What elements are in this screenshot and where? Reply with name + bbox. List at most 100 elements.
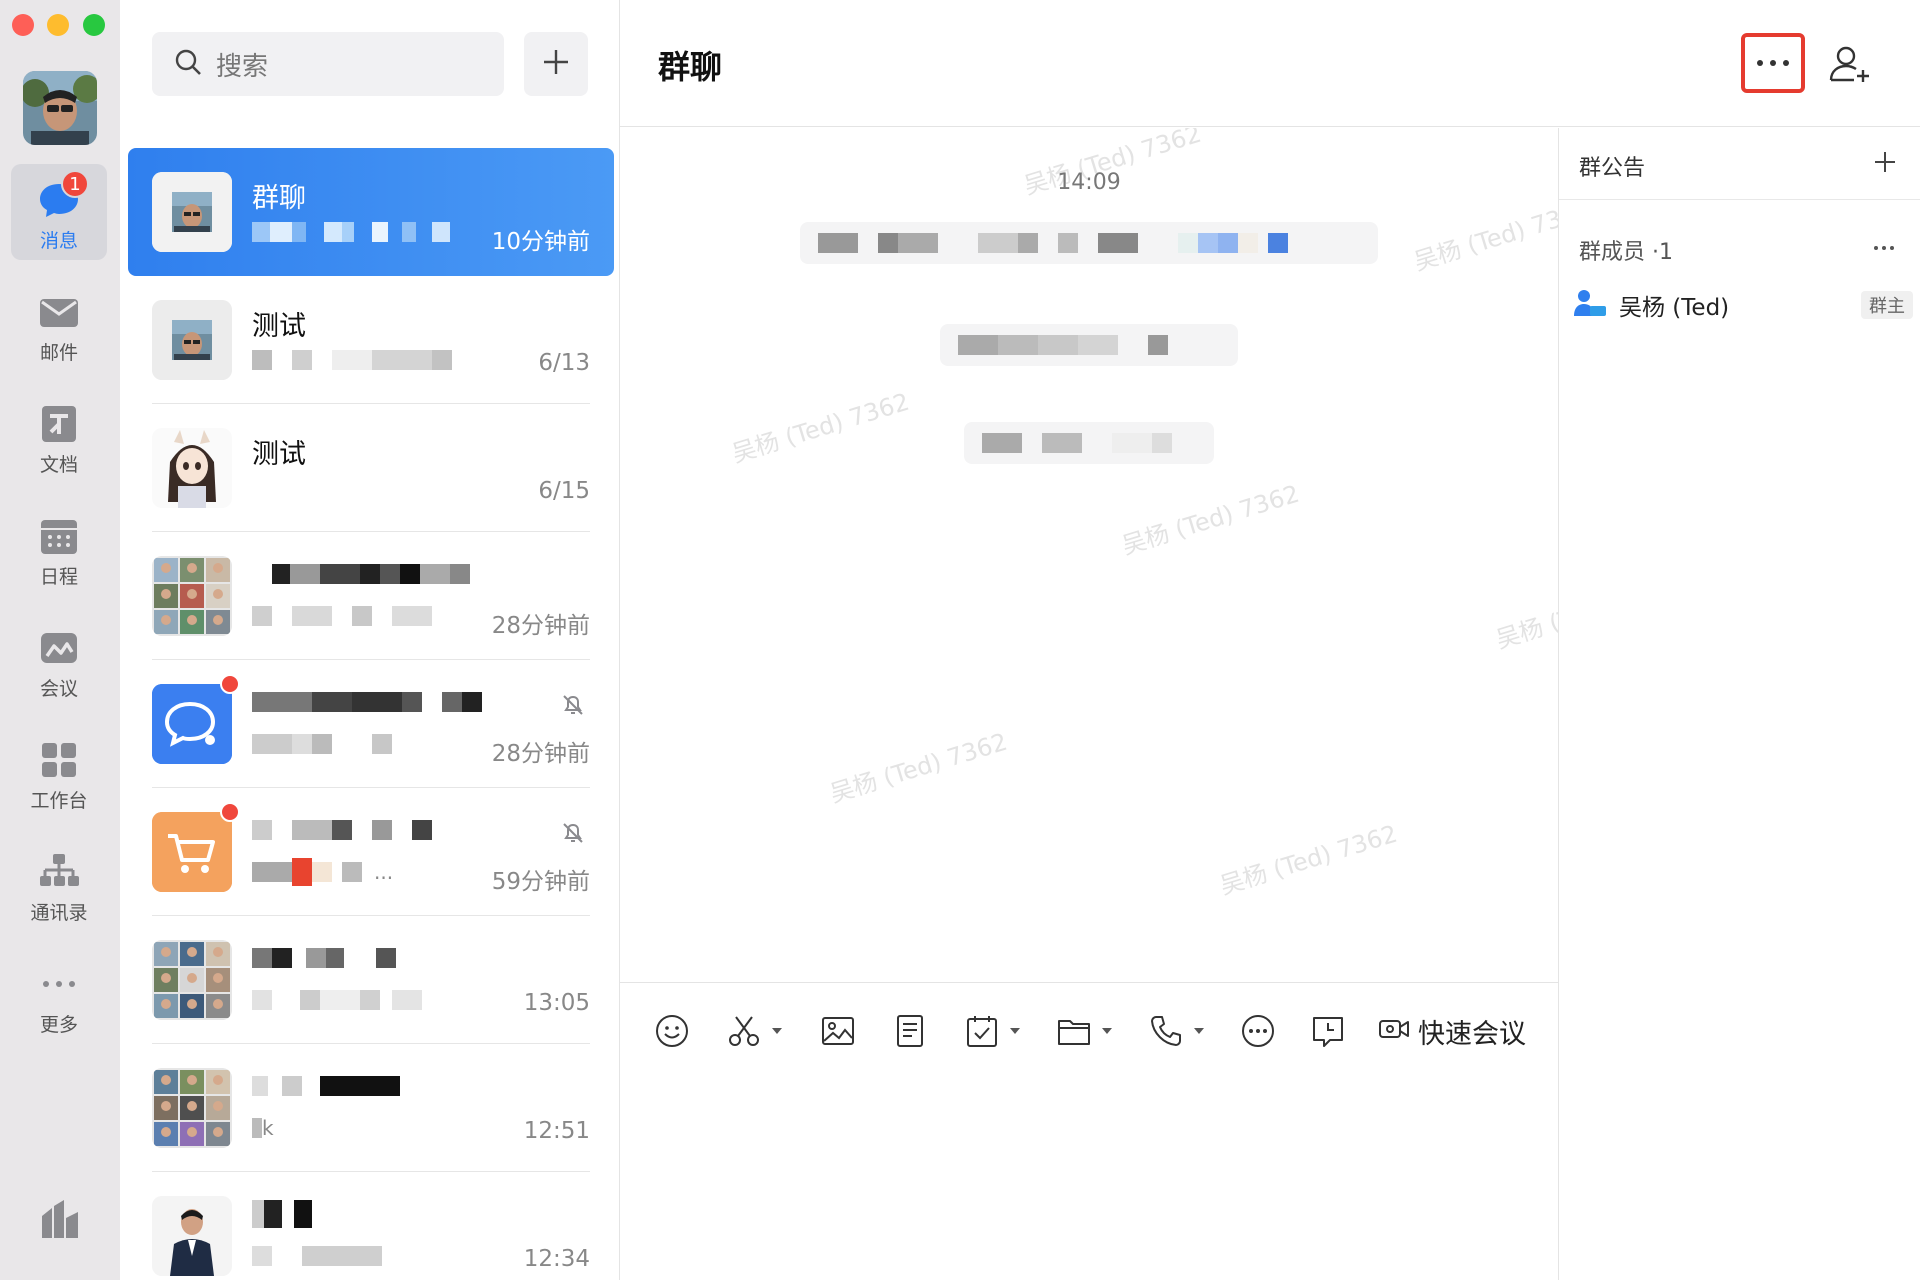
quick-meeting-button[interactable]: 快速会议 bbox=[1378, 1009, 1526, 1053]
nav-messages[interactable]: 1 消息 bbox=[11, 164, 107, 260]
group-avatar bbox=[152, 940, 232, 1020]
conversation-list: 群聊 10分钟前 测试 6/13 测试 6/15 28分钟前 28分钟前 ...… bbox=[128, 148, 614, 1280]
chevron-down-icon[interactable] bbox=[772, 1028, 782, 1034]
conversation-item[interactable]: 28分钟前 bbox=[128, 660, 614, 788]
message-preview: ... bbox=[252, 858, 393, 886]
conversation-item[interactable]: 13:05 bbox=[128, 916, 614, 1044]
message-preview bbox=[252, 986, 422, 1014]
member-item[interactable]: 吴杨 (Ted) 群主 bbox=[1573, 283, 1913, 327]
bot-avatar bbox=[152, 684, 232, 764]
owner-badge: 群主 bbox=[1861, 291, 1913, 319]
group-members-label: 群成员 ·1 bbox=[1579, 240, 1674, 265]
add-member-button[interactable] bbox=[1828, 44, 1872, 84]
message-clock-icon bbox=[1310, 1013, 1346, 1049]
muted-bell-icon bbox=[560, 692, 586, 718]
watermark: 吴杨 (Ted) 7362 bbox=[728, 387, 913, 469]
calendar-icon bbox=[37, 514, 81, 558]
conversation-item[interactable]: 28分钟前 bbox=[128, 532, 614, 660]
image-button[interactable] bbox=[820, 1009, 856, 1053]
chevron-down-icon[interactable] bbox=[1102, 1028, 1112, 1034]
message-preview bbox=[252, 218, 450, 246]
conversation-time: 6/15 bbox=[538, 478, 590, 504]
watermark: 吴杨 (Ted) 7362 bbox=[1118, 479, 1303, 561]
add-user-icon bbox=[1828, 46, 1872, 88]
phone-icon bbox=[1148, 1013, 1184, 1049]
group-avatar bbox=[152, 1068, 232, 1148]
preview-char: k bbox=[262, 1116, 274, 1140]
minimize-window-button[interactable] bbox=[47, 14, 69, 36]
maximize-window-button[interactable] bbox=[83, 14, 105, 36]
search-input[interactable]: 搜索 bbox=[152, 32, 504, 96]
nav-contacts[interactable]: 通讯录 bbox=[11, 836, 107, 932]
close-window-button[interactable] bbox=[12, 14, 34, 36]
message-preview bbox=[252, 602, 432, 630]
watermark: 吴杨 (Ted) 7362 bbox=[1410, 195, 1558, 277]
muted-bell-icon bbox=[560, 820, 586, 846]
call-button[interactable] bbox=[1148, 1009, 1204, 1053]
group-notice-row[interactable]: 群公告 bbox=[1559, 128, 1920, 200]
message-icon: 1 bbox=[37, 170, 89, 222]
conversation-name: 测试 bbox=[252, 311, 306, 342]
contact-avatar bbox=[152, 428, 232, 508]
search-icon bbox=[174, 48, 202, 80]
group-avatar bbox=[152, 172, 232, 252]
conversation-name-blurred bbox=[252, 560, 470, 588]
user-avatar[interactable] bbox=[23, 71, 97, 145]
chevron-down-icon[interactable] bbox=[1194, 1028, 1204, 1034]
screenshot-button[interactable] bbox=[726, 1009, 782, 1053]
nav-docs[interactable]: 文档 bbox=[11, 388, 107, 484]
message-area: 吴杨 (Ted) 7362 吴杨 (Ted) 7362 吴杨 (Ted) 736… bbox=[620, 128, 1558, 982]
app-logo-icon[interactable] bbox=[38, 1198, 82, 1242]
nav-rail: 1 消息 邮件 文档 日程 会议 工作台 通讯录 更多 bbox=[0, 0, 120, 1280]
conversation-name-blurred bbox=[252, 816, 432, 844]
member-count: ·1 bbox=[1652, 240, 1674, 265]
more-tools-button[interactable] bbox=[1240, 1009, 1276, 1053]
nav-meeting[interactable]: 会议 bbox=[11, 612, 107, 708]
watermark: 吴杨 (Ted) 7362 bbox=[1216, 819, 1401, 901]
conversation-item[interactable]: ... 59分钟前 bbox=[128, 788, 614, 916]
todo-button[interactable] bbox=[964, 1009, 1020, 1053]
emoji-button[interactable] bbox=[654, 1009, 690, 1053]
nav-more[interactable]: 更多 bbox=[11, 948, 107, 1044]
nav-label: 邮件 bbox=[39, 342, 78, 364]
more-circle-icon bbox=[1240, 1013, 1276, 1049]
conversation-item[interactable]: 12:34 bbox=[128, 1172, 614, 1280]
chevron-down-icon[interactable] bbox=[1010, 1028, 1020, 1034]
chat-header: 群聊 bbox=[620, 0, 1920, 127]
message-timestamp: 14:09 bbox=[1057, 170, 1121, 195]
system-message bbox=[800, 222, 1378, 264]
chat-more-button[interactable] bbox=[1741, 33, 1805, 93]
contact-avatar bbox=[152, 1196, 232, 1276]
search-placeholder: 搜索 bbox=[216, 51, 269, 82]
quick-meeting-label: 快速会议 bbox=[1418, 1018, 1526, 1050]
conversation-name: 测试 bbox=[252, 439, 306, 470]
conversation-item[interactable]: k 12:51 bbox=[128, 1044, 614, 1172]
schedule-message-button[interactable] bbox=[1310, 1009, 1346, 1053]
document-button[interactable] bbox=[892, 1009, 928, 1053]
new-chat-button[interactable] bbox=[524, 32, 588, 96]
document-icon bbox=[892, 1013, 928, 1049]
conversation-time: 59分钟前 bbox=[491, 869, 590, 895]
nav-workbench[interactable]: 工作台 bbox=[11, 724, 107, 820]
nav-calendar[interactable]: 日程 bbox=[11, 500, 107, 596]
conversation-name-blurred bbox=[252, 688, 482, 716]
member-admin-icon bbox=[1573, 288, 1607, 322]
file-button[interactable] bbox=[1056, 1009, 1112, 1053]
group-notice-label: 群公告 bbox=[1579, 156, 1646, 181]
nav-mail[interactable]: 邮件 bbox=[11, 276, 107, 372]
nav-label: 更多 bbox=[39, 1014, 78, 1036]
plus-icon[interactable] bbox=[1873, 150, 1897, 174]
group-avatar bbox=[152, 556, 232, 636]
more-dots-icon bbox=[1757, 60, 1763, 66]
conversation-item[interactable]: 群聊 10分钟前 bbox=[128, 148, 614, 276]
conversation-name-blurred bbox=[252, 944, 396, 972]
unread-badge: 1 bbox=[61, 170, 89, 198]
conversation-list-panel: 搜索 群聊 10分钟前 测试 6/13 测试 6/15 28分钟前 28分钟前 … bbox=[120, 0, 620, 1280]
more-icon bbox=[37, 962, 81, 1006]
members-more-button[interactable] bbox=[1874, 246, 1894, 250]
conversation-item[interactable]: 测试 6/13 bbox=[128, 276, 614, 404]
conversation-name-blurred bbox=[252, 1200, 312, 1228]
scissors-icon bbox=[726, 1013, 762, 1049]
nav-label: 文档 bbox=[39, 454, 78, 476]
conversation-item[interactable]: 测试 6/15 bbox=[128, 404, 614, 532]
